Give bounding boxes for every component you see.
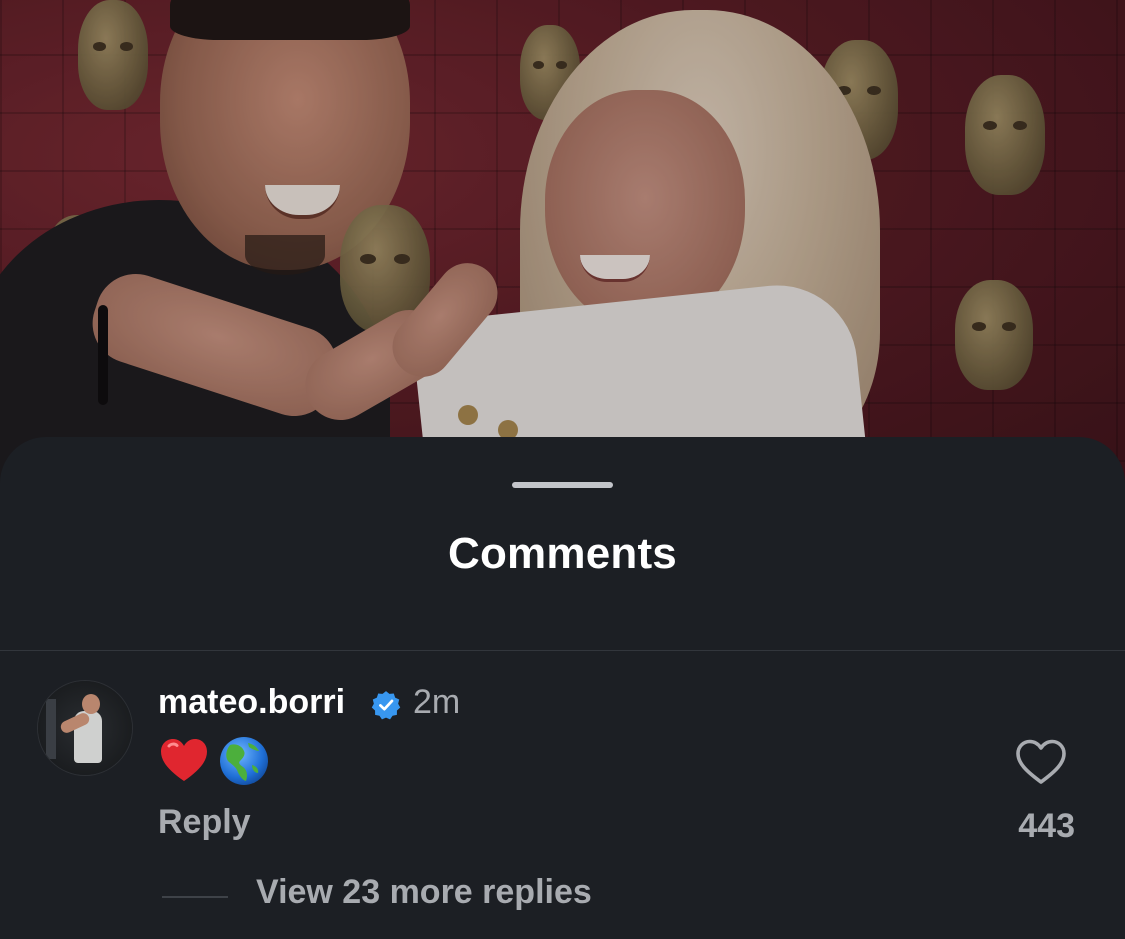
sheet-title: Comments xyxy=(448,529,677,578)
view-more-replies-button[interactable]: View 23 more replies xyxy=(256,873,592,912)
globe-americas-emoji xyxy=(220,737,268,785)
comments-sheet: Comments mateo.borri 2m Reply 443 View 2… xyxy=(0,437,1125,939)
comment-username[interactable]: mateo.borri xyxy=(158,683,345,722)
verified-badge-icon xyxy=(371,691,401,720)
heart-outline-icon[interactable] xyxy=(1014,737,1068,787)
red-heart-emoji xyxy=(161,739,207,781)
avatar-background-equipment xyxy=(46,699,56,759)
comment-timestamp: 2m xyxy=(413,683,461,721)
sheet-grabber[interactable] xyxy=(512,482,613,488)
comment-text xyxy=(158,733,270,789)
comments-screen: Comments mateo.borri 2m Reply 443 View 2… xyxy=(0,0,1125,939)
title-divider xyxy=(0,650,1125,651)
avatar-figure-head xyxy=(82,694,100,714)
replies-indent-line xyxy=(162,896,228,898)
like-count: 443 xyxy=(1018,807,1075,845)
commenter-avatar[interactable] xyxy=(38,681,132,775)
reply-button[interactable]: Reply xyxy=(158,803,251,842)
